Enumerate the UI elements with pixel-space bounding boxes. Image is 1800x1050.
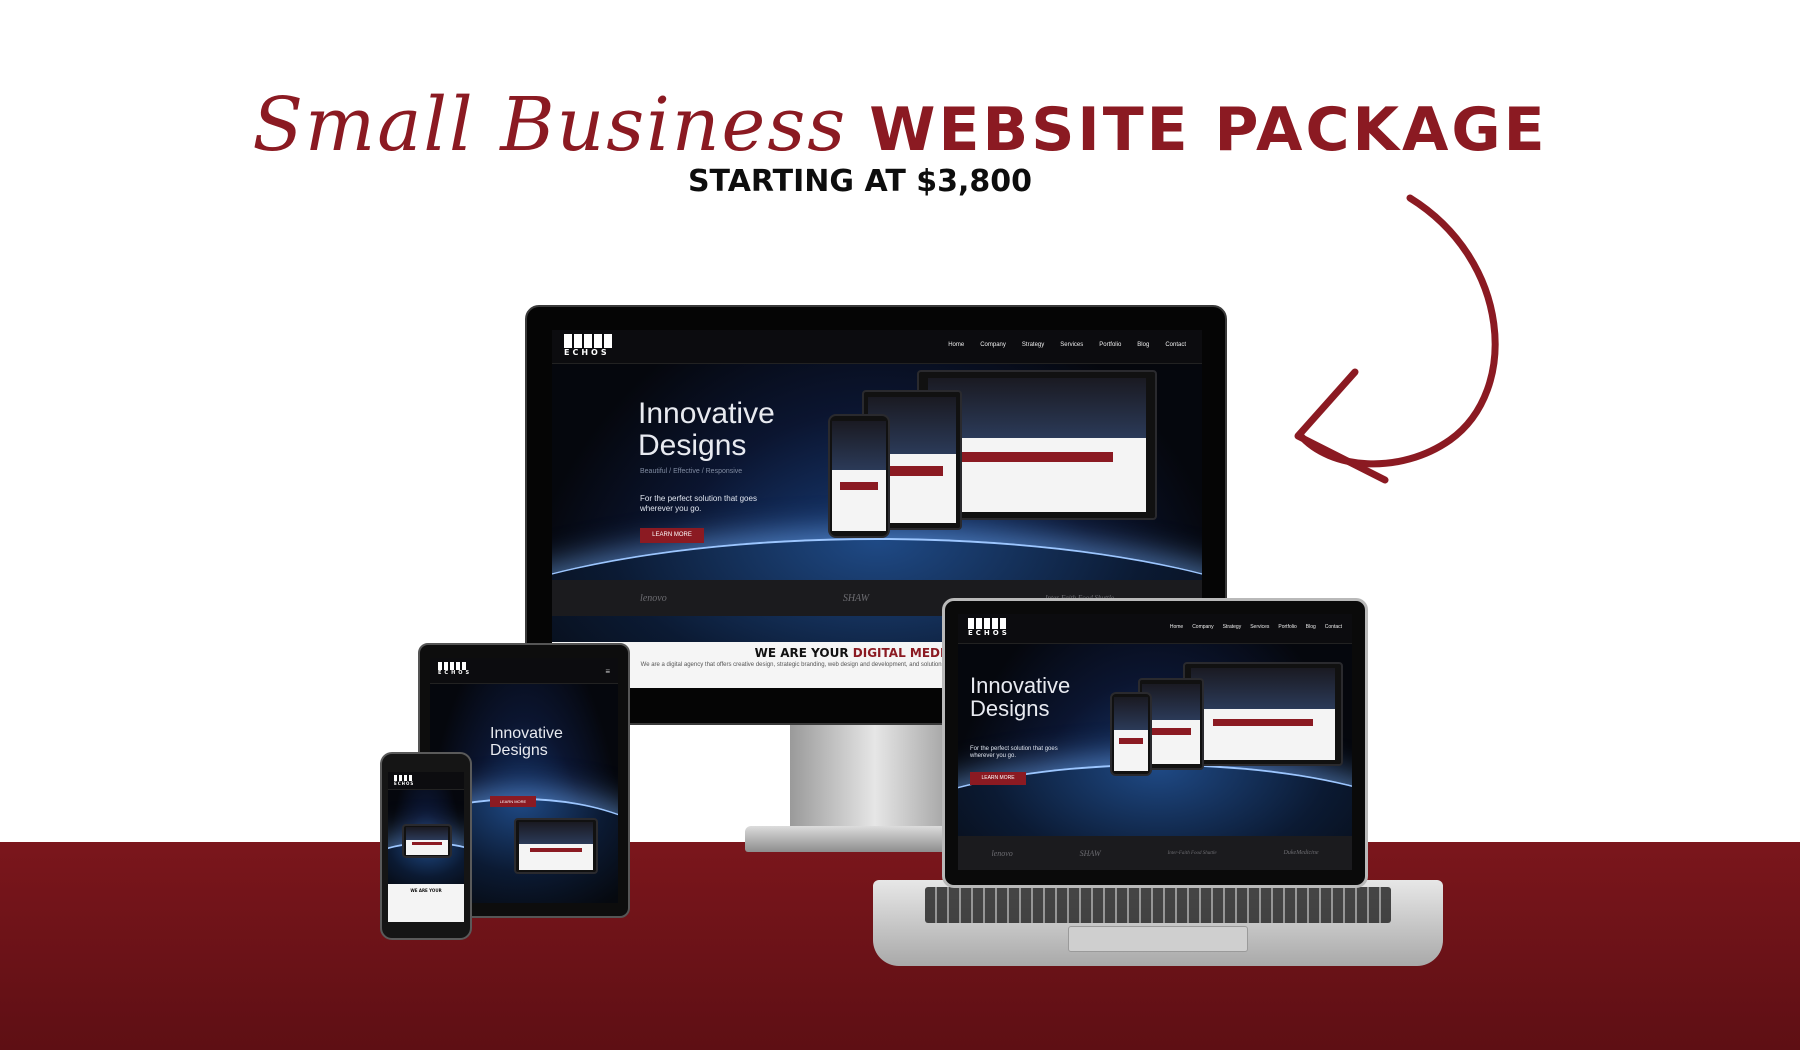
phone-logo-text: ECHOS — [394, 781, 415, 786]
laptop-keyboard — [925, 887, 1391, 923]
laptop-logo-text: ECHOS — [968, 629, 1010, 637]
laptop-hero-line1: Innovative — [970, 673, 1071, 698]
phone-section-title: WE ARE YOUR — [410, 888, 442, 893]
tablet-hero-title: Innovative Designs — [490, 725, 563, 760]
menu-icon[interactable]: ≡ — [605, 667, 610, 676]
phone-nested-devices — [402, 824, 452, 858]
laptop-hero-title: Innovative Designs — [970, 674, 1070, 720]
headline-bold-text: WEBSITE PACKAGE — [869, 95, 1548, 165]
hero-title-line1: Innovative — [638, 397, 775, 430]
laptop-hero-line2: Designs — [970, 696, 1050, 722]
hero-subtitle: Beautiful / Effective / Responsive — [640, 468, 743, 475]
client-logo-lenovo: lenovo — [640, 592, 667, 604]
site-logo: ECHOS — [564, 334, 612, 357]
hero-description: For the perfect solution that goes where… — [640, 494, 757, 513]
phone-section-intro: WE ARE YOUR — [388, 884, 464, 922]
laptop-desc-line1: For the perfect solution that goes — [970, 746, 1058, 752]
nav-home[interactable]: Home — [948, 342, 964, 348]
tablet-site-logo: ECHOS — [438, 662, 472, 676]
nav-strategy[interactable]: Strategy — [1022, 342, 1044, 348]
hero-title: Innovative Designs — [638, 398, 775, 461]
nav-company[interactable]: Company — [980, 342, 1006, 348]
laptop-site-logo: ECHOS — [968, 618, 1010, 637]
laptop-nav-company[interactable]: Company — [1192, 624, 1213, 630]
section-title-a: WE ARE YOUR — [754, 646, 853, 660]
laptop-site-nav: ECHOS Home Company Strategy Services Por… — [958, 614, 1352, 644]
nav-contact[interactable]: Contact — [1165, 342, 1186, 348]
laptop-client-shaw: SHAW — [1079, 848, 1101, 858]
laptop-learn-more-button[interactable]: LEARN MORE — [970, 772, 1026, 785]
laptop-nav-strategy[interactable]: Strategy — [1223, 624, 1242, 630]
site-nav: ECHOS Home Company Strategy Services Por… — [552, 330, 1202, 364]
imac-website-screen: ECHOS Home Company Strategy Services Por… — [552, 330, 1202, 642]
hero-title-line2: Designs — [638, 428, 747, 462]
client-logo-shaw: SHAW — [842, 592, 870, 604]
nested-phone-mockup — [828, 414, 890, 538]
phone-website-screen: ECHOS WE ARE YOUR — [388, 772, 464, 922]
site-logo-text: ECHOS — [564, 348, 610, 357]
nav-blog[interactable]: Blog — [1137, 342, 1149, 348]
tablet-hero-line2: Designs — [490, 741, 548, 759]
laptop-nav-services[interactable]: Services — [1250, 624, 1269, 630]
tablet-learn-more-button[interactable]: LEARN MORE — [490, 796, 536, 807]
tablet-nested-laptop — [514, 818, 598, 874]
tablet-logo-text: ECHOS — [438, 670, 473, 676]
laptop-desc-line2: wherever you go. — [970, 753, 1017, 760]
laptop-client-logos-bar: lenovo SHAW Inter-Faith Food Shuttle Duk… — [958, 836, 1352, 870]
headline: Small Business WEBSITE PACKAGE — [0, 82, 1800, 168]
nav-portfolio[interactable]: Portfolio — [1099, 342, 1121, 348]
phone-site-logo: ECHOS — [394, 775, 414, 786]
laptop-client-foodshuttle: Inter-Faith Food Shuttle — [1167, 850, 1217, 856]
imac-stand-neck — [790, 720, 960, 830]
laptop-client-lenovo: lenovo — [991, 848, 1013, 858]
learn-more-button[interactable]: LEARN MORE — [640, 528, 704, 543]
laptop-website-screen: ECHOS Home Company Strategy Services Por… — [958, 614, 1352, 870]
phone-site-nav: ECHOS — [388, 772, 464, 790]
laptop-trackpad — [1068, 926, 1248, 952]
laptop-nav-blog[interactable]: Blog — [1306, 624, 1316, 630]
hero-desc-line2: wherever you go. — [640, 503, 702, 513]
tablet-hero-line1: Innovative — [490, 725, 563, 742]
tablet-site-nav: ECHOS ≡ — [430, 658, 618, 684]
laptop-nested-laptop — [1183, 662, 1343, 766]
laptop-nav-portfolio[interactable]: Portfolio — [1278, 624, 1296, 630]
laptop-hero-description: For the perfect solution that goes where… — [970, 746, 1058, 760]
headline-script-text: Small Business — [252, 82, 848, 168]
laptop-client-duke: DukeMedicine — [1283, 850, 1319, 856]
hero-desc-line1: For the perfect solution that goes — [640, 494, 757, 503]
laptop-nested-phone — [1110, 692, 1152, 776]
laptop-nav-contact[interactable]: Contact — [1325, 624, 1342, 630]
nav-services[interactable]: Services — [1060, 342, 1083, 348]
hand-drawn-curved-arrow-icon — [1294, 194, 1499, 484]
laptop-nav-home[interactable]: Home — [1170, 624, 1183, 630]
